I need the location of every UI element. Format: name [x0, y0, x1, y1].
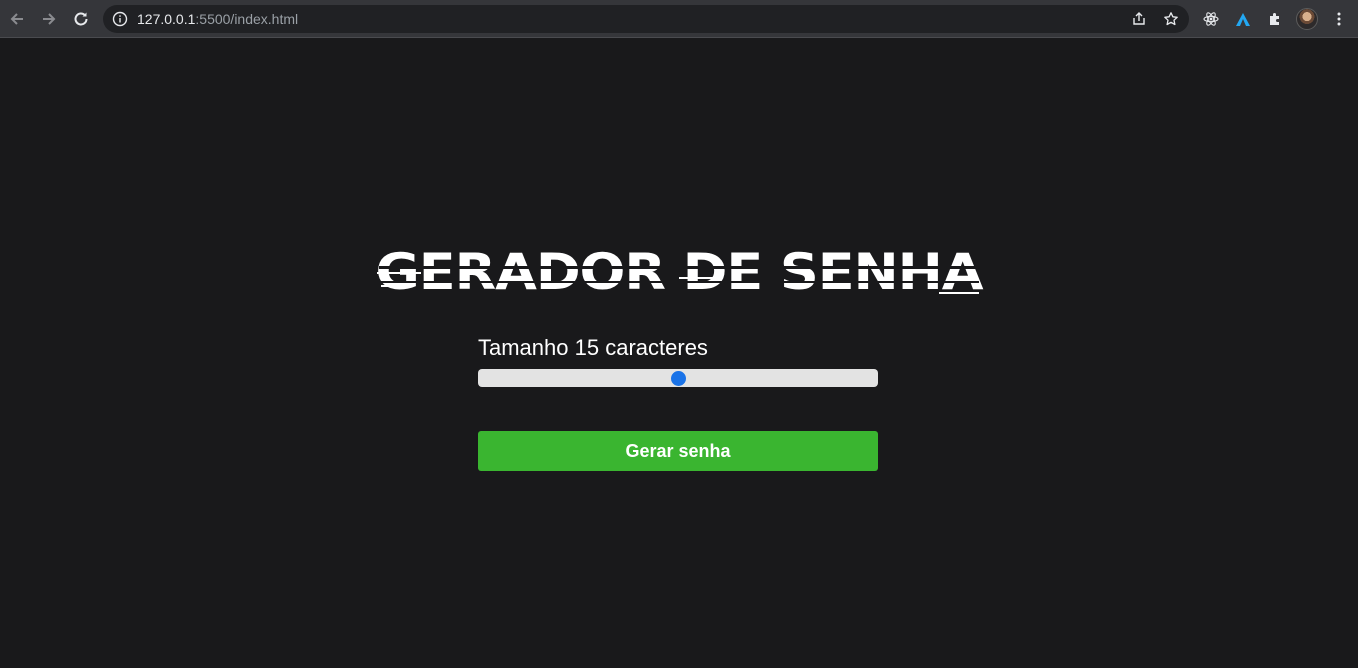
kebab-menu-icon[interactable] — [1331, 11, 1347, 27]
length-slider[interactable] — [478, 369, 878, 387]
share-icon[interactable] — [1131, 11, 1147, 27]
info-icon[interactable] — [112, 11, 128, 27]
arrow-left-icon — [10, 13, 23, 25]
star-icon[interactable] — [1163, 11, 1179, 27]
url-host: 127.0.0.1 — [137, 11, 196, 27]
arrow-logo-icon[interactable] — [1235, 11, 1251, 27]
url-path: :5500/index.html — [195, 11, 299, 27]
glitch-line — [679, 277, 719, 279]
glitch-line — [381, 285, 403, 287]
avatar[interactable] — [1296, 8, 1318, 30]
reload-button[interactable] — [69, 7, 93, 31]
puzzle-icon[interactable] — [1267, 11, 1283, 27]
browser-toolbar: 127.0.0.1:5500/index.html — [0, 0, 1358, 38]
glitch-line — [377, 272, 421, 274]
length-value: 15 — [574, 335, 600, 360]
page-title: GERADOR DE SENHA — [376, 240, 984, 304]
arrow-right-icon — [43, 13, 56, 25]
glitch-line — [379, 281, 979, 283]
forward-button[interactable] — [37, 7, 61, 31]
url-text[interactable]: 127.0.0.1:5500/index.html — [137, 11, 298, 27]
back-button[interactable] — [5, 7, 29, 31]
generate-password-button[interactable]: Gerar senha — [478, 431, 878, 471]
length-label-suffix: caracteres — [599, 335, 708, 360]
page-title-text: GERADOR DE SENHA — [375, 243, 984, 301]
password-length-label: Tamanho 15 caracteres — [478, 336, 708, 360]
glitch-line — [379, 266, 979, 269]
react-icon[interactable] — [1203, 11, 1219, 27]
address-bar[interactable]: 127.0.0.1:5500/index.html — [103, 5, 1189, 33]
reload-icon — [74, 12, 88, 26]
slider-thumb[interactable] — [670, 371, 686, 386]
glitch-line — [939, 292, 979, 294]
length-label-prefix: Tamanho — [478, 335, 575, 360]
